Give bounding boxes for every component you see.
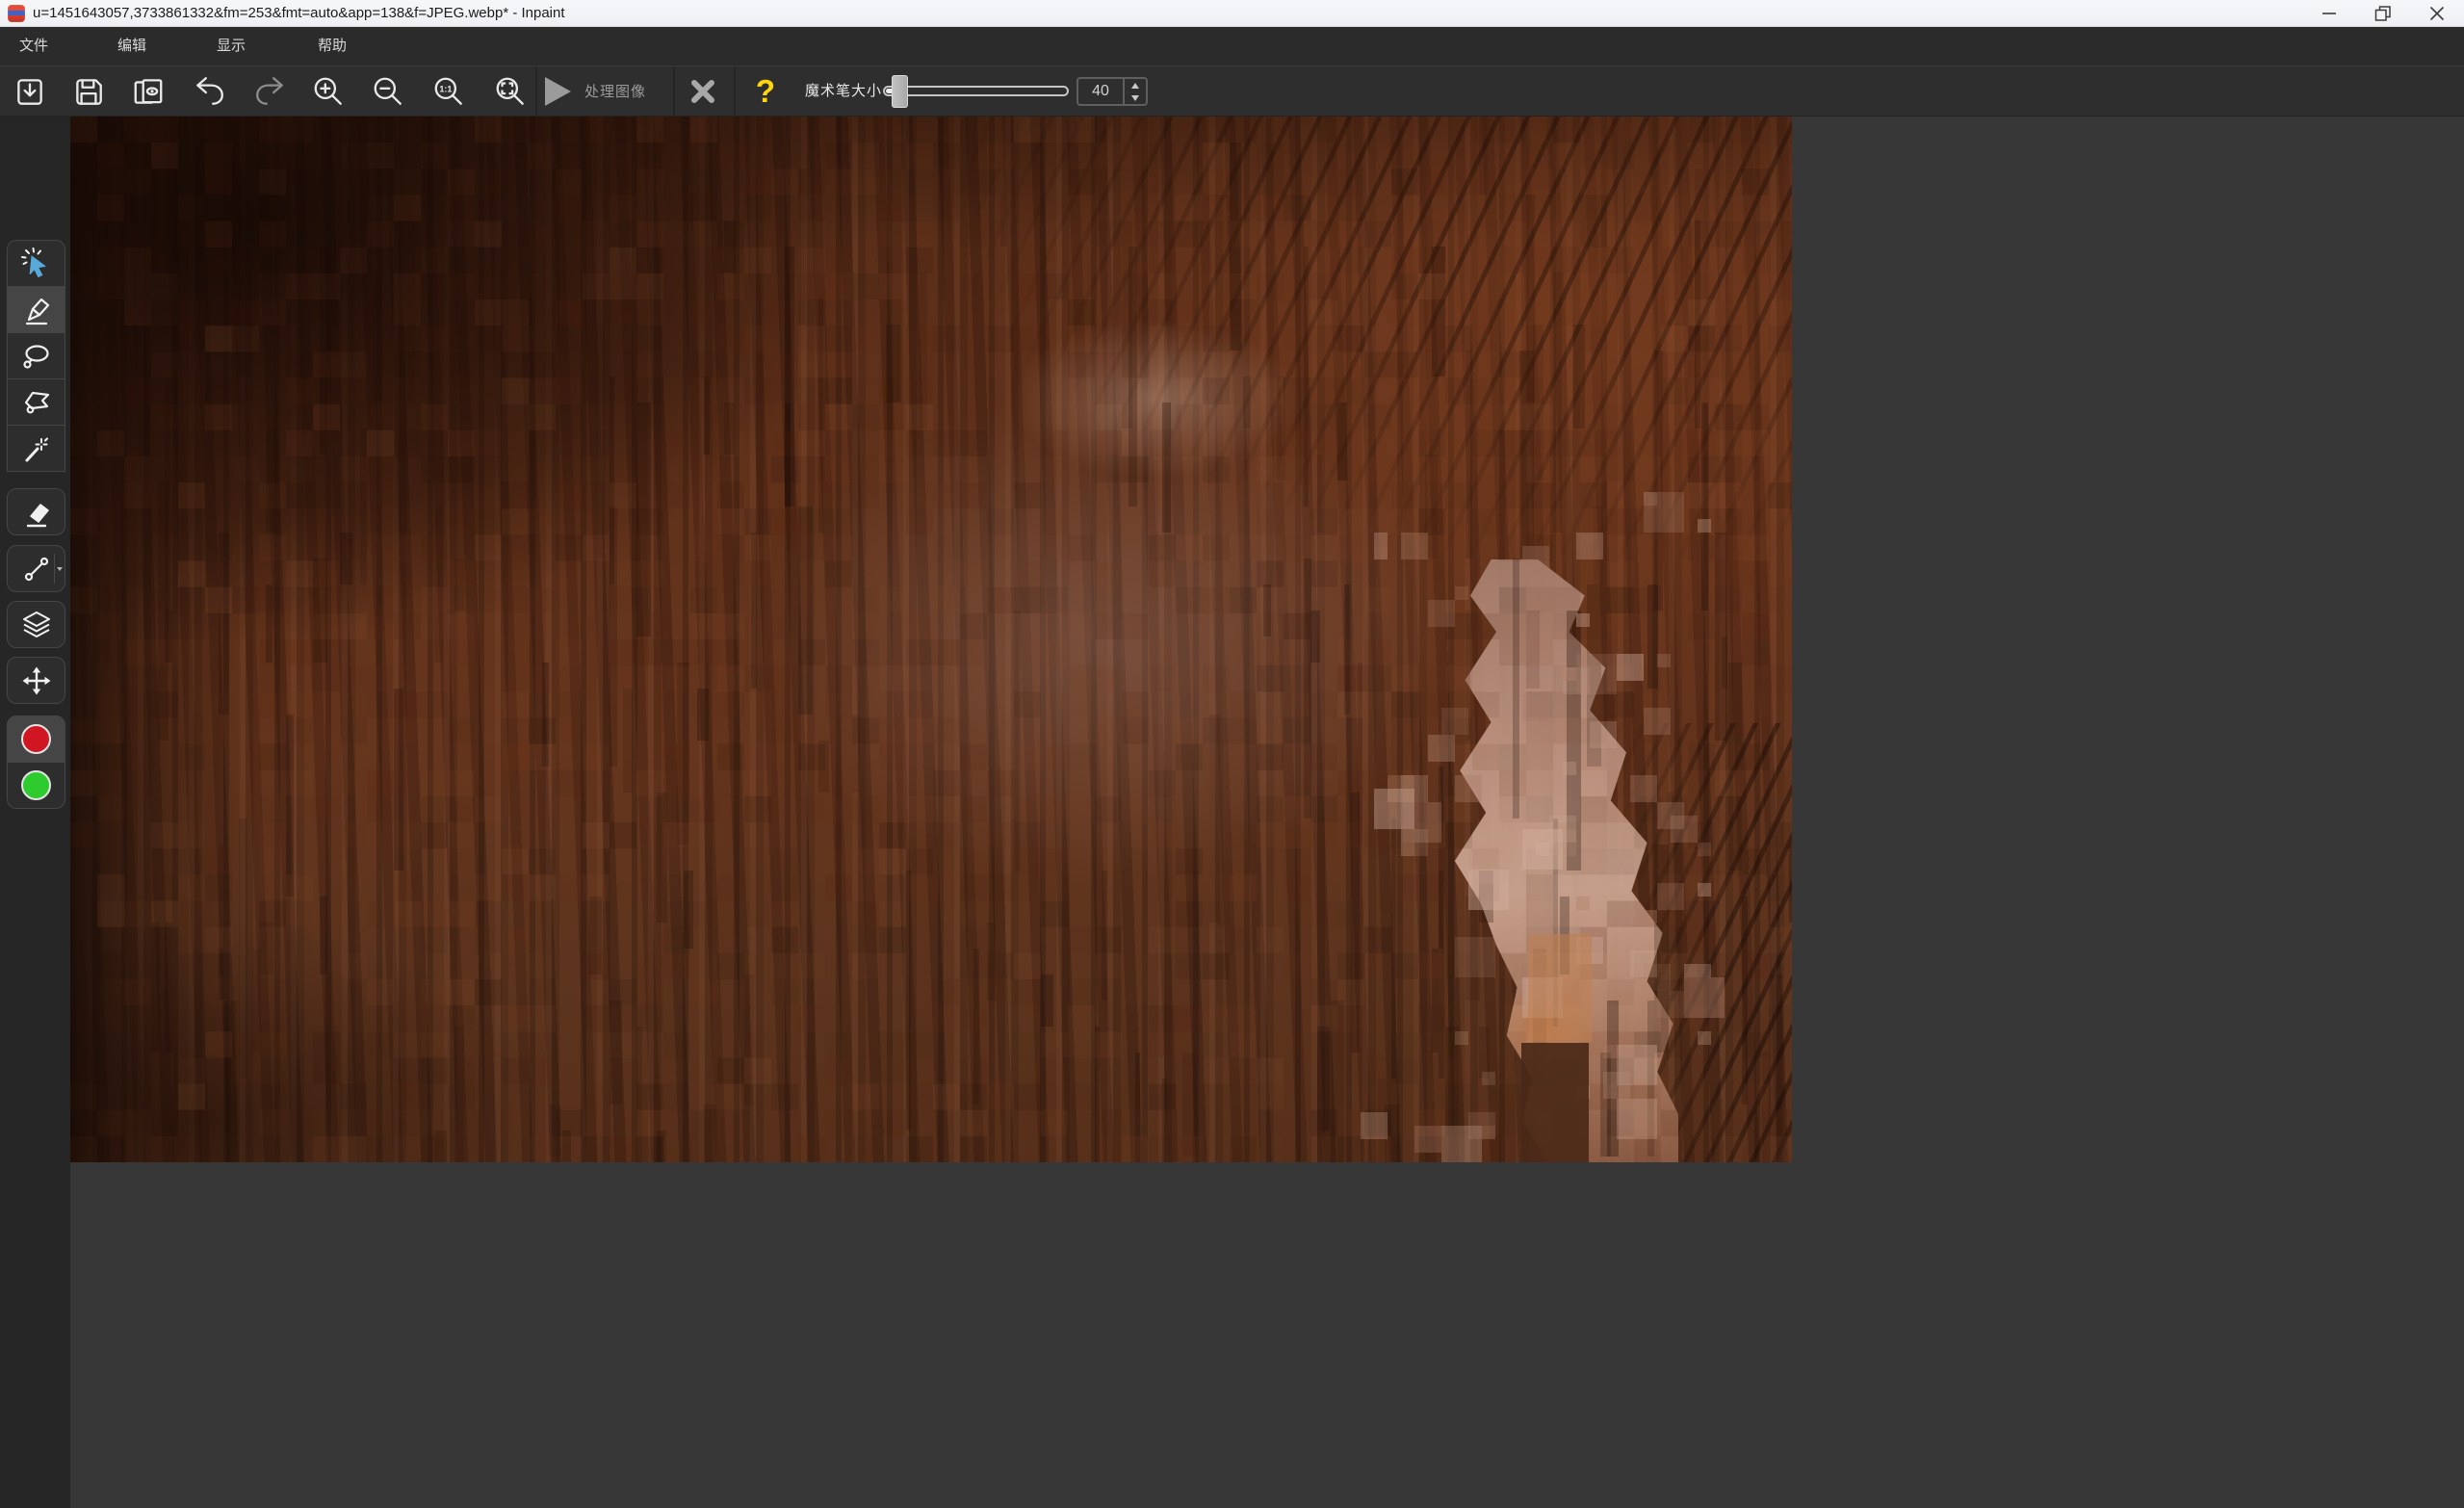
redo-icon xyxy=(253,74,288,109)
slider-track[interactable] xyxy=(883,86,1069,96)
tool-magic-cursor-button[interactable] xyxy=(7,240,65,287)
toolbar-separator xyxy=(535,66,537,116)
zoom-actual-size-icon: 1:1 xyxy=(431,74,466,109)
tool-marker-button[interactable] xyxy=(7,286,65,333)
spin-down-button[interactable] xyxy=(1125,91,1146,104)
menu-help[interactable]: 帮助 xyxy=(310,27,354,65)
toolbar: 1:1 处理图像 ? xyxy=(0,65,2464,117)
lasso-icon xyxy=(20,340,53,373)
close-icon xyxy=(2425,2,2449,25)
marker-icon xyxy=(20,294,53,326)
menu-edit[interactable]: 编辑 xyxy=(110,27,154,65)
brush-size-spinbox xyxy=(1076,77,1148,106)
menu-file[interactable]: 文件 xyxy=(12,27,56,65)
play-icon xyxy=(545,77,571,106)
window-controls xyxy=(2302,0,2464,27)
titlebar: u=1451643057,3733861332&fm=253&fmt=auto&… xyxy=(0,0,2464,27)
line-tool-icon xyxy=(20,553,53,585)
process-image-label: 处理图像 xyxy=(584,81,646,101)
tool-polygon-lasso-button[interactable] xyxy=(7,378,65,426)
compare-preview-icon xyxy=(131,74,166,109)
redo-button[interactable] xyxy=(249,70,292,113)
inpaint-logo-icon xyxy=(8,5,25,22)
tool-move-button[interactable] xyxy=(7,657,65,704)
question-mark-icon: ? xyxy=(756,73,775,110)
zoom-in-button[interactable] xyxy=(307,70,350,113)
green-swatch-icon xyxy=(21,770,51,800)
magic-cursor-icon xyxy=(20,247,53,280)
open-image-button[interactable] xyxy=(9,70,51,113)
close-button[interactable] xyxy=(2410,0,2464,27)
tool-sidebar xyxy=(0,117,70,1508)
help-button[interactable]: ? xyxy=(744,70,787,113)
restore-button[interactable] xyxy=(2356,0,2410,27)
color-red-button[interactable] xyxy=(7,715,65,763)
triangle-down-icon xyxy=(1131,95,1139,101)
color-green-button[interactable] xyxy=(7,762,65,809)
spinner xyxy=(1123,79,1146,104)
compare-preview-button[interactable] xyxy=(127,70,169,113)
cancel-button[interactable] xyxy=(682,70,724,113)
magic-wand-icon xyxy=(20,432,53,465)
slider-handle[interactable] xyxy=(892,75,908,108)
tool-lasso-button[interactable] xyxy=(7,332,65,379)
toolbar-separator xyxy=(673,66,675,116)
image-pixel-mosaic xyxy=(70,117,1792,1162)
menu-view[interactable]: 显示 xyxy=(209,27,253,65)
line-tool-divider xyxy=(54,554,55,584)
open-image-icon xyxy=(13,74,47,109)
move-icon xyxy=(20,664,53,697)
cancel-x-icon xyxy=(689,78,716,105)
zoom-in-icon xyxy=(311,74,346,109)
zoom-badge: 1:1 xyxy=(439,85,452,94)
save-icon xyxy=(71,74,106,109)
triangle-up-icon xyxy=(1131,83,1139,89)
chevron-down-icon[interactable] xyxy=(57,567,63,571)
zoom-fit-button[interactable] xyxy=(489,70,532,113)
brush-size-label: 魔术笔大小 xyxy=(805,66,882,116)
tool-line-button[interactable] xyxy=(7,545,65,592)
tool-magic-wand-button[interactable] xyxy=(7,425,65,472)
zoom-out-icon xyxy=(371,74,405,109)
tool-layers-button[interactable] xyxy=(7,601,65,648)
workspace xyxy=(0,117,2464,1508)
minimize-button[interactable] xyxy=(2302,0,2356,27)
polygon-lasso-icon xyxy=(20,386,53,419)
undo-button[interactable] xyxy=(188,70,230,113)
restore-icon xyxy=(2372,2,2395,25)
canvas-image[interactable] xyxy=(70,117,1792,1162)
toolbar-separator xyxy=(734,66,736,116)
brush-size-input[interactable] xyxy=(1078,79,1123,104)
layers-icon xyxy=(20,609,53,641)
zoom-out-button[interactable] xyxy=(367,70,409,113)
window-title: u=1451643057,3733861332&fm=253&fmt=auto&… xyxy=(33,0,565,27)
save-button[interactable] xyxy=(67,70,110,113)
minimize-icon xyxy=(2318,2,2341,25)
inpaint-window: u=1451643057,3733861332&fm=253&fmt=auto&… xyxy=(0,0,2464,1508)
zoom-actual-size-button[interactable]: 1:1 xyxy=(428,70,470,113)
undo-icon xyxy=(192,74,226,109)
zoom-fit-icon xyxy=(493,74,528,109)
spin-up-button[interactable] xyxy=(1125,79,1146,91)
eraser-icon xyxy=(20,496,53,529)
red-swatch-icon xyxy=(21,724,51,754)
menubar: 文件 编辑 显示 帮助 xyxy=(0,27,2464,65)
process-image-button[interactable]: 处理图像 xyxy=(545,66,646,116)
tool-eraser-button[interactable] xyxy=(7,488,65,535)
